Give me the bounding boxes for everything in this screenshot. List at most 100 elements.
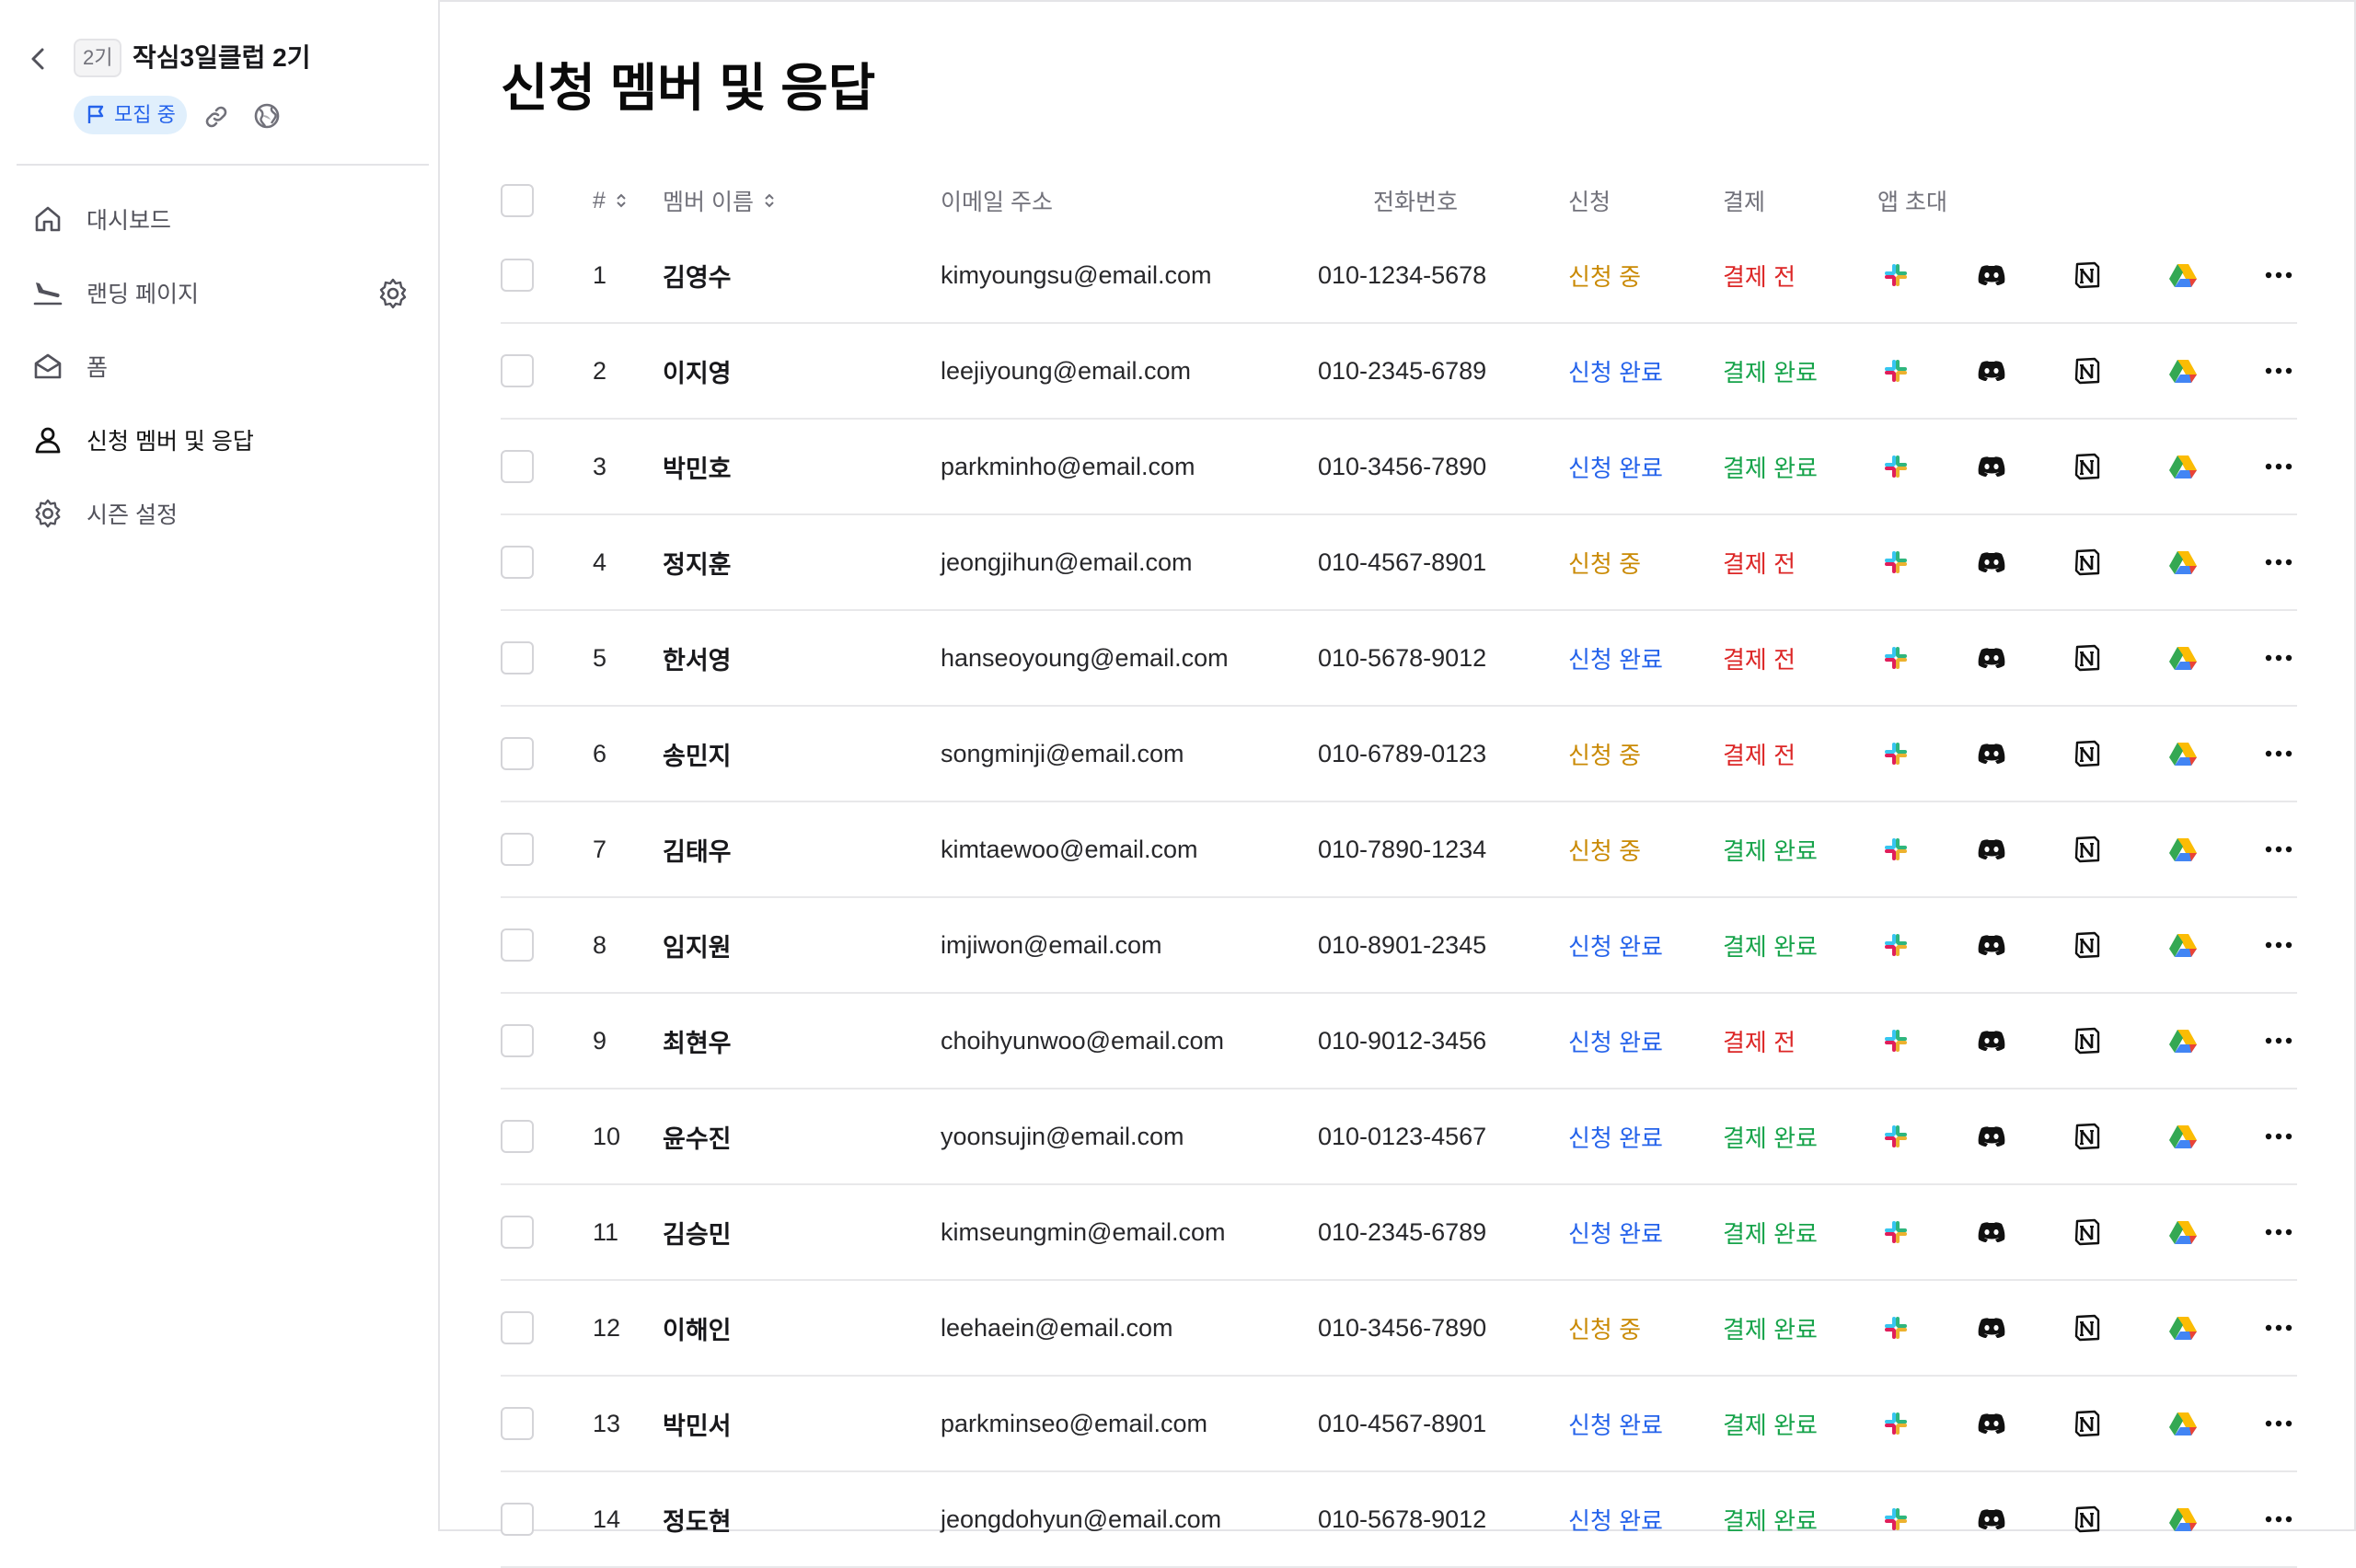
slack-icon[interactable]: [1877, 640, 1914, 676]
table-row[interactable]: 13 박민서 parkminseo@email.com 010-4567-890…: [501, 1377, 2297, 1472]
more-options-icon[interactable]: [2260, 1022, 2297, 1059]
row-checkbox[interactable]: [501, 1120, 534, 1153]
row-checkbox[interactable]: [501, 737, 534, 770]
more-options-icon[interactable]: [2260, 1214, 2297, 1251]
row-checkbox[interactable]: [501, 1216, 534, 1249]
google-drive-icon[interactable]: [2165, 257, 2201, 294]
slack-icon[interactable]: [1877, 927, 1914, 963]
row-checkbox[interactable]: [501, 1311, 534, 1344]
more-options-icon[interactable]: [2260, 352, 2297, 389]
link-icon[interactable]: [202, 103, 230, 131]
row-checkbox[interactable]: [501, 1024, 534, 1057]
notion-icon[interactable]: [2069, 735, 2106, 772]
discord-icon[interactable]: [1973, 640, 2010, 676]
row-checkbox[interactable]: [501, 259, 534, 292]
slack-icon[interactable]: [1877, 1309, 1914, 1346]
more-options-icon[interactable]: [2260, 448, 2297, 485]
row-checkbox[interactable]: [501, 928, 534, 962]
table-row[interactable]: 4 정지훈 jeongjihun@email.com 010-4567-8901…: [501, 515, 2297, 611]
google-drive-icon[interactable]: [2165, 544, 2201, 581]
table-row[interactable]: 5 한서영 hanseoyoung@email.com 010-5678-901…: [501, 611, 2297, 707]
more-options-icon[interactable]: [2260, 544, 2297, 581]
back-chevron-icon[interactable]: [26, 44, 52, 74]
discord-icon[interactable]: [1973, 448, 2010, 485]
discord-icon[interactable]: [1973, 544, 2010, 581]
more-options-icon[interactable]: [2260, 927, 2297, 963]
slack-icon[interactable]: [1877, 1214, 1914, 1251]
slack-icon[interactable]: [1877, 1022, 1914, 1059]
notion-icon[interactable]: [2069, 640, 2106, 676]
notion-icon[interactable]: [2069, 257, 2106, 294]
table-row[interactable]: 10 윤수진 yoonsujin@email.com 010-0123-4567…: [501, 1090, 2297, 1185]
notion-icon[interactable]: [2069, 1501, 2106, 1538]
notion-icon[interactable]: [2069, 927, 2106, 963]
slack-icon[interactable]: [1877, 1405, 1914, 1442]
notion-icon[interactable]: [2069, 1118, 2106, 1155]
discord-icon[interactable]: [1973, 1214, 2010, 1251]
discord-icon[interactable]: [1973, 1022, 2010, 1059]
discord-icon[interactable]: [1973, 257, 2010, 294]
slack-icon[interactable]: [1877, 352, 1914, 389]
google-drive-icon[interactable]: [2165, 831, 2201, 868]
more-options-icon[interactable]: [2260, 1501, 2297, 1538]
notion-icon[interactable]: [2069, 448, 2106, 485]
sidebar-item-season-settings[interactable]: 시즌 설정: [0, 477, 438, 550]
notion-icon[interactable]: [2069, 1405, 2106, 1442]
google-drive-icon[interactable]: [2165, 448, 2201, 485]
notion-icon[interactable]: [2069, 544, 2106, 581]
google-drive-icon[interactable]: [2165, 1309, 2201, 1346]
notion-icon[interactable]: [2069, 831, 2106, 868]
table-row[interactable]: 2 이지영 leejiyoung@email.com 010-2345-6789…: [501, 324, 2297, 420]
row-checkbox[interactable]: [501, 833, 534, 866]
google-drive-icon[interactable]: [2165, 927, 2201, 963]
more-options-icon[interactable]: [2260, 1405, 2297, 1442]
notion-icon[interactable]: [2069, 1309, 2106, 1346]
slack-icon[interactable]: [1877, 1118, 1914, 1155]
notion-icon[interactable]: [2069, 352, 2106, 389]
table-row[interactable]: 14 정도현 jeongdohyun@email.com 010-5678-90…: [501, 1472, 2297, 1568]
table-row[interactable]: 6 송민지 songminji@email.com 010-6789-0123 …: [501, 707, 2297, 802]
discord-icon[interactable]: [1973, 1309, 2010, 1346]
table-row[interactable]: 9 최현우 choihyunwoo@email.com 010-9012-345…: [501, 994, 2297, 1090]
discord-icon[interactable]: [1973, 831, 2010, 868]
google-drive-icon[interactable]: [2165, 640, 2201, 676]
sidebar-item-landing-page[interactable]: 랜딩 페이지: [0, 256, 438, 329]
table-row[interactable]: 7 김태우 kimtaewoo@email.com 010-7890-1234 …: [501, 802, 2297, 898]
google-drive-icon[interactable]: [2165, 1405, 2201, 1442]
more-options-icon[interactable]: [2260, 1309, 2297, 1346]
table-row[interactable]: 12 이해인 leehaein@email.com 010-3456-7890 …: [501, 1281, 2297, 1377]
select-all-checkbox[interactable]: [501, 184, 534, 217]
more-options-icon[interactable]: [2260, 735, 2297, 772]
table-row[interactable]: 11 김승민 kimseungmin@email.com 010-2345-67…: [501, 1185, 2297, 1281]
landing-settings-gear-icon[interactable]: [375, 276, 410, 311]
globe-icon[interactable]: [252, 101, 282, 131]
table-row[interactable]: 1 김영수 kimyoungsu@email.com 010-1234-5678…: [501, 228, 2297, 324]
discord-icon[interactable]: [1973, 1118, 2010, 1155]
discord-icon[interactable]: [1973, 1501, 2010, 1538]
google-drive-icon[interactable]: [2165, 1214, 2201, 1251]
sidebar-item-form[interactable]: 폼: [0, 329, 438, 403]
sidebar-item-dashboard[interactable]: 대시보드: [0, 182, 438, 256]
row-checkbox[interactable]: [501, 1407, 534, 1440]
notion-icon[interactable]: [2069, 1022, 2106, 1059]
table-row[interactable]: 3 박민호 parkminho@email.com 010-3456-7890 …: [501, 420, 2297, 515]
google-drive-icon[interactable]: [2165, 352, 2201, 389]
notion-icon[interactable]: [2069, 1214, 2106, 1251]
slack-icon[interactable]: [1877, 1501, 1914, 1538]
row-checkbox[interactable]: [501, 641, 534, 674]
row-checkbox[interactable]: [501, 450, 534, 483]
row-checkbox[interactable]: [501, 546, 534, 579]
header-name[interactable]: 멤버 이름: [663, 173, 776, 228]
header-num[interactable]: #: [593, 173, 628, 228]
discord-icon[interactable]: [1973, 1405, 2010, 1442]
google-drive-icon[interactable]: [2165, 1501, 2201, 1538]
google-drive-icon[interactable]: [2165, 735, 2201, 772]
google-drive-icon[interactable]: [2165, 1118, 2201, 1155]
more-options-icon[interactable]: [2260, 640, 2297, 676]
more-options-icon[interactable]: [2260, 831, 2297, 868]
google-drive-icon[interactable]: [2165, 1022, 2201, 1059]
slack-icon[interactable]: [1877, 735, 1914, 772]
recruiting-status-chip[interactable]: 모집 중: [74, 96, 187, 134]
discord-icon[interactable]: [1973, 927, 2010, 963]
slack-icon[interactable]: [1877, 448, 1914, 485]
